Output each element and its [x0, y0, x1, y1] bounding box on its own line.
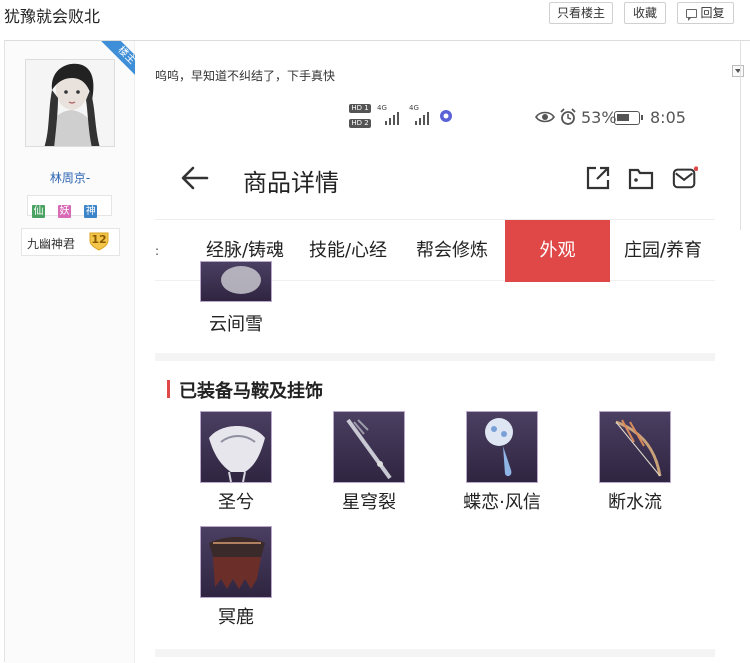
app-title: 商品详情: [243, 169, 339, 197]
rank-box: 九幽神君 12: [21, 228, 120, 256]
only-op-button[interactable]: 只看楼主: [549, 2, 613, 24]
battery-icon: [614, 111, 643, 125]
reply-button[interactable]: 回复: [677, 2, 734, 24]
badge-yao[interactable]: 妖: [58, 205, 72, 218]
phone-status-bar: HD 1 HD 2 4G 4G 53% 8:05: [155, 95, 715, 141]
share-icon[interactable]: [585, 165, 611, 191]
signal-bars-icon-2: [415, 111, 433, 125]
item-thumb-yunjianxue[interactable]: [200, 261, 272, 302]
saddle-silver-icon: [209, 426, 265, 482]
back-arrow-icon[interactable]: [181, 163, 209, 193]
badge-row: 仙 妖 神: [27, 195, 112, 218]
battery-percent: 53%: [581, 108, 617, 127]
item-thumb-minglu[interactable]: [200, 526, 272, 598]
bottom-divider: [155, 649, 715, 657]
item-label-duanshuiliu: 断水流: [608, 492, 662, 513]
post-menu-button[interactable]: [732, 65, 744, 77]
item-thumb-xingqionglie[interactable]: [333, 411, 405, 483]
clock: 8:05: [650, 108, 686, 127]
tab-appearance[interactable]: 外观: [505, 220, 610, 282]
folder-icon[interactable]: [628, 165, 654, 191]
post-content: 呜呜，早知道不纠结了，下手真快: [155, 69, 336, 83]
tab-skills[interactable]: 技能/心经: [298, 220, 398, 282]
tab-overflow-mark: :: [155, 244, 160, 258]
section-divider: [155, 353, 715, 361]
item-label-dieliang: 蝶恋·风信: [463, 492, 541, 513]
thread-title: 犹豫就会败北: [4, 7, 101, 26]
saddle-dark-icon: [209, 537, 265, 589]
tab-manor[interactable]: 庄园/养育: [611, 220, 715, 282]
app-notification-icon: [440, 110, 452, 122]
rank-title: 九幽神君: [27, 237, 76, 251]
item-label-shengxi: 圣兮: [218, 492, 254, 513]
item-label-xingqionglie: 星穹裂: [342, 492, 396, 513]
favorite-button[interactable]: 收藏: [624, 2, 666, 24]
bow-ornament-icon: [615, 419, 662, 477]
reply-label: 回复: [700, 6, 725, 20]
thread-header: 犹豫就会败北 只看楼主 收藏 回复: [0, 0, 750, 40]
section-title: 已装备马鞍及挂饰: [167, 377, 323, 403]
badge-shen[interactable]: 神: [84, 205, 98, 218]
item-thumb-duanshuiliu[interactable]: [599, 411, 671, 483]
hd1-indicator: HD 1: [349, 104, 371, 113]
item-label-yunjianxue: 云间雪: [209, 314, 263, 335]
item-thumb-shengxi[interactable]: [200, 411, 272, 483]
comment-icon: [686, 9, 698, 21]
hd2-indicator: HD 2: [349, 119, 371, 128]
item-thumb-dieliang[interactable]: [466, 411, 538, 483]
signal-bars-icon: [385, 111, 403, 125]
avatar[interactable]: [25, 59, 115, 147]
author-panel: 楼主 林周京- 仙 妖 神 九幽神君 12: [5, 41, 135, 663]
eye-icon: [535, 111, 555, 123]
level-number: 12: [91, 233, 107, 246]
tab-guild[interactable]: 帮会修炼: [407, 220, 497, 282]
alarm-icon: [560, 108, 576, 125]
wind-chime-icon: [485, 418, 513, 477]
item-label-minglu: 冥鹿: [218, 607, 254, 628]
app-header: 商品详情: [155, 141, 715, 219]
mail-icon[interactable]: [672, 165, 698, 191]
badge-xian[interactable]: 仙: [32, 205, 45, 218]
scrollbar-track: [740, 40, 741, 230]
author-username[interactable]: 林周京-: [5, 169, 135, 186]
blade-ornament-icon: [346, 418, 392, 480]
level-badge: 12: [88, 231, 110, 251]
embedded-screenshot: HD 1 HD 2 4G 4G 53% 8:05 商品详情: 经脉/铸魂 技能…: [155, 95, 715, 662]
